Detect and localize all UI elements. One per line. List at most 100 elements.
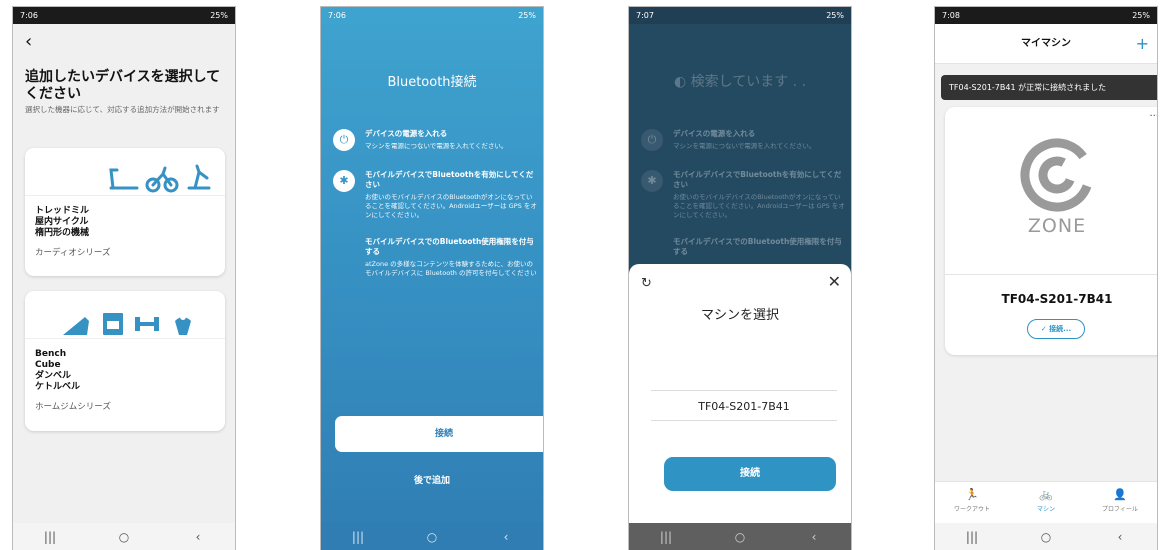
device-name: ダンベル xyxy=(35,371,72,381)
step-heading: モバイルデバイスでBluetoothを有効にしてください xyxy=(365,170,534,189)
divider xyxy=(945,274,1157,275)
step-body: atZone の多様なコンテンツを体験するために、お使いのモバイルデバイスに B… xyxy=(365,260,537,277)
tab-machine[interactable]: 🚲 マシン xyxy=(1009,482,1083,523)
power-icon: ⏻ xyxy=(333,129,355,151)
device-name: ケトルベル xyxy=(35,382,81,392)
device-name: Cube xyxy=(35,360,61,370)
connected-label: 接続... xyxy=(1049,325,1072,333)
tab-profile[interactable]: 👤 プロフィール xyxy=(1083,482,1157,523)
recents-icon[interactable]: ||| xyxy=(651,530,681,544)
refresh-icon[interactable]: ↻ xyxy=(641,276,652,291)
connected-toast: TF04-S201-7B41 が正常に接続されました xyxy=(941,75,1157,100)
machine-card[interactable]: ··· ZONE TF04-S201-7B41 ✓ 接続... xyxy=(945,107,1157,355)
recents-icon[interactable]: ||| xyxy=(343,530,373,544)
status-battery: 25% xyxy=(518,11,536,20)
system-nav-bar: ||| ○ ‹ xyxy=(13,523,235,550)
bench-cube-dumbbell-kettlebell-icon xyxy=(63,313,191,335)
machine-name: TF04-S201-7B41 xyxy=(1001,292,1113,306)
series-label: ホームジムシリーズ xyxy=(35,402,111,412)
status-battery: 25% xyxy=(826,11,844,20)
close-icon[interactable]: ✕ xyxy=(828,272,841,291)
system-nav-bar: ||| ○ ‹ xyxy=(935,523,1157,550)
cardio-series-card[interactable]: トレッドミル 屋内サイクル 楕円形の機械 カーディオシリーズ xyxy=(25,148,225,276)
cardio-names: トレッドミル 屋内サイクル 楕円形の機械 xyxy=(25,196,225,239)
brand-logo-text: ZONE xyxy=(1027,215,1087,237)
step-body: お使いのモバイルデバイスのBluetoothがオンになっていることを確認してくだ… xyxy=(673,193,845,219)
more-icon[interactable]: ··· xyxy=(1149,111,1157,122)
bluetooth-icon: ✱ xyxy=(641,170,663,192)
device-select-screen: 7:06 25% ‹ 追加したいデバイスを選択してください 選択した機器に応じて… xyxy=(12,6,236,550)
back-icon[interactable]: ‹ xyxy=(1105,530,1135,544)
home-gym-series-card[interactable]: Bench Cube ダンベル ケトルベル ホームジムシリーズ xyxy=(25,291,225,431)
check-icon: ✓ xyxy=(1040,325,1050,333)
status-time: 7:08 xyxy=(942,11,960,20)
spinner-icon: ◐ xyxy=(673,74,687,90)
page-title: マイマシン xyxy=(1021,38,1071,49)
step-heading: モバイルデバイスでBluetoothを有効にしてください xyxy=(673,170,842,189)
treadmill-bike-elliptical-icon xyxy=(109,164,211,193)
homegym-icons xyxy=(25,291,225,339)
power-icon: ⏻ xyxy=(641,129,663,151)
person-icon: 👤 xyxy=(1113,488,1127,501)
searching-status: ◐ 検索しています . . xyxy=(629,71,851,91)
device-name: トレッドミル xyxy=(35,206,90,216)
step-body: お使いのモバイルデバイスのBluetoothがオンになっていることを確認してくだ… xyxy=(365,193,537,219)
step-body: マシンを電源につないで電源を入れてください。 xyxy=(365,142,508,150)
homegym-names: Bench Cube ダンベル ケトルベル xyxy=(25,339,225,393)
connected-status-button[interactable]: ✓ 接続... xyxy=(1027,319,1085,339)
status-bar: 7:06 25% xyxy=(13,7,235,24)
recents-icon[interactable]: ||| xyxy=(35,530,65,544)
back-icon[interactable]: ‹ xyxy=(491,530,521,544)
connect-button[interactable]: 接続 xyxy=(664,457,836,491)
connect-button[interactable]: 接続 xyxy=(335,416,543,452)
device-name: Bench xyxy=(35,349,67,359)
bluetooth-connect-screen: 7:06 25% Bluetooth接続 ⏻ デバイスの電源を入れる マシンを電… xyxy=(320,6,544,550)
series-label: カーディオシリーズ xyxy=(35,248,111,258)
machine-search-screen: 7:07 25% ◐ 検索しています . . ⏻ デバイスの電源を入れる マシン… xyxy=(628,6,852,550)
tab-label: プロフィール xyxy=(1102,506,1138,513)
status-bar: 7:07 25% xyxy=(629,7,851,24)
bike-icon: 🚲 xyxy=(1039,488,1053,501)
status-battery: 25% xyxy=(210,11,228,20)
tab-label: マシン xyxy=(1036,506,1055,513)
zone-logo-icon xyxy=(1020,138,1094,212)
status-bar: 7:08 25% xyxy=(935,7,1157,24)
step-heading: モバイルデバイスでのBluetooth使用権限を付与する xyxy=(365,237,534,256)
status-time: 7:06 xyxy=(328,11,346,20)
back-arrow-icon[interactable]: ‹ xyxy=(25,31,32,52)
sheet-title: マシンを選択 xyxy=(700,308,779,323)
machine-select-sheet: ↻ ✕ マシンを選択 TF04-S201-7B41 接続 xyxy=(629,264,851,525)
status-bar: 7:06 25% xyxy=(321,7,543,24)
system-nav-bar: ||| ○ ‹ xyxy=(321,523,543,550)
step-body: マシンを電源につないで電源を入れてください。 xyxy=(673,142,816,150)
status-time: 7:07 xyxy=(636,11,654,20)
recents-icon[interactable]: ||| xyxy=(957,530,987,544)
run-icon: 🏃 xyxy=(965,488,979,501)
cardio-icons xyxy=(25,148,225,196)
tab-workout[interactable]: 🏃 ワークアウト xyxy=(935,482,1009,523)
app-header: マイマシン + xyxy=(935,24,1157,64)
page-title: 追加したいデバイスを選択してください xyxy=(25,69,221,102)
home-icon[interactable]: ○ xyxy=(417,530,447,544)
back-icon[interactable]: ‹ xyxy=(799,530,829,544)
home-icon[interactable]: ○ xyxy=(109,530,139,544)
status-time: 7:06 xyxy=(20,11,38,20)
home-icon[interactable]: ○ xyxy=(1031,530,1061,544)
bluetooth-icon: ✱ xyxy=(333,170,355,192)
add-icon[interactable]: + xyxy=(1136,24,1149,64)
page-title: Bluetooth接続 xyxy=(387,75,477,90)
step-heading: モバイルデバイスでのBluetooth使用権限を付与する xyxy=(673,237,842,256)
system-nav-bar: ||| ○ ‹ xyxy=(629,523,851,550)
device-name: 屋内サイクル xyxy=(35,217,89,227)
page-subtitle: 選択した機器に応じて、対応する追加方法が開始されます xyxy=(25,105,220,114)
back-icon[interactable]: ‹ xyxy=(183,530,213,544)
add-later-button[interactable]: 後で追加 xyxy=(321,473,543,486)
step-heading: デバイスの電源を入れる xyxy=(673,129,756,138)
tab-label: ワークアウト xyxy=(953,506,990,513)
home-icon[interactable]: ○ xyxy=(725,530,755,544)
device-list-item[interactable]: TF04-S201-7B41 xyxy=(651,390,837,421)
status-battery: 25% xyxy=(1132,11,1150,20)
my-machine-screen: 7:08 25% マイマシン + TF04-S201-7B41 が正常に接続され… xyxy=(934,6,1158,550)
searching-text: 検索しています . . xyxy=(690,74,807,90)
device-name: 楕円形の機械 xyxy=(35,228,90,238)
